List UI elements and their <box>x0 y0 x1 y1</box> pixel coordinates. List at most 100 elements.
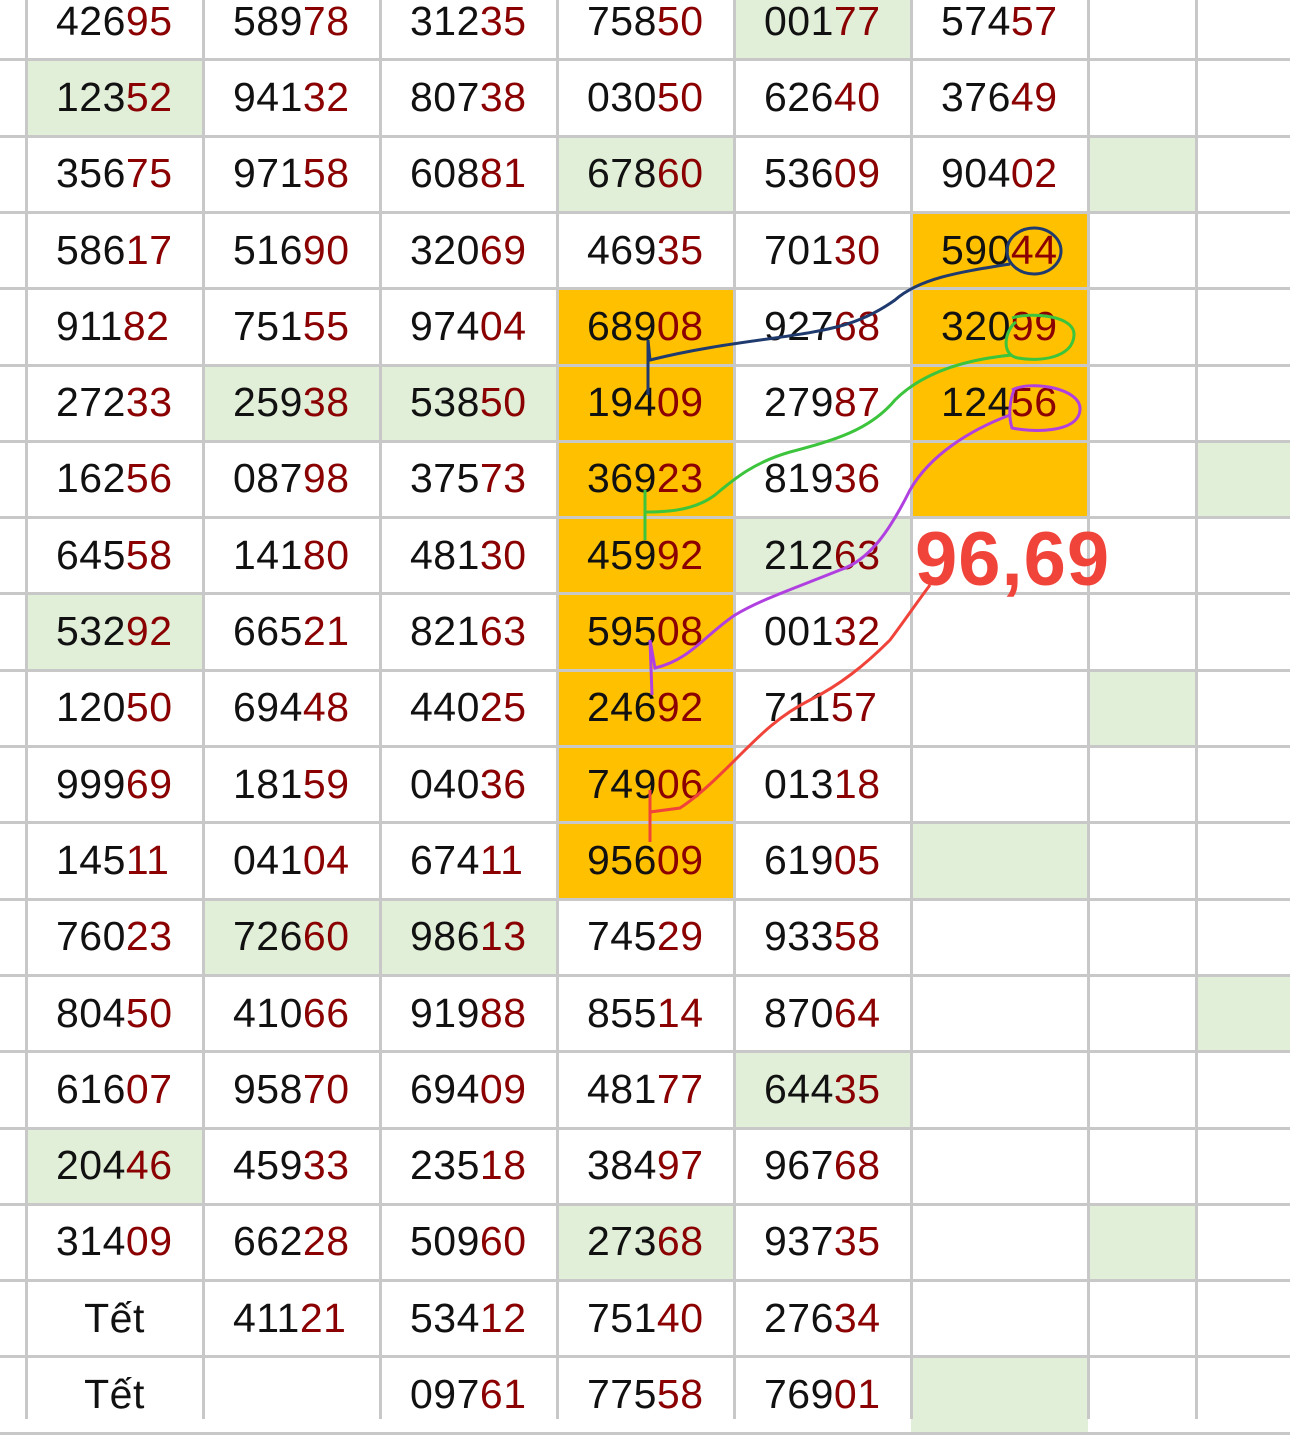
result-cell[interactable]: 855 14 <box>557 975 734 1051</box>
result-cell[interactable]: 933 58 <box>734 899 911 975</box>
empty-cell[interactable] <box>203 1356 380 1432</box>
empty-cell[interactable] <box>1088 365 1196 441</box>
result-cell[interactable]: 769 01 <box>734 1356 911 1432</box>
empty-cell[interactable] <box>911 975 1088 1051</box>
result-cell[interactable]: 574 57 <box>911 0 1088 59</box>
result-cell[interactable]: 971 58 <box>203 136 380 212</box>
result-cell[interactable]: 678 60 <box>557 135 734 212</box>
result-cell[interactable]: 030 50 <box>557 59 734 135</box>
result-cell[interactable]: 904 02 <box>911 136 1088 212</box>
result-cell[interactable]: 711 57 <box>734 670 911 746</box>
result-cell[interactable]: 911 82 <box>26 288 203 364</box>
empty-cell[interactable] <box>1088 1203 1196 1281</box>
result-cell[interactable]: 097 61 <box>380 1356 557 1432</box>
result-cell[interactable]: 536 09 <box>734 136 911 212</box>
result-cell[interactable]: 272 33 <box>26 365 203 441</box>
result-cell[interactable]: 645 58 <box>26 517 203 593</box>
empty-cell[interactable] <box>911 899 1088 975</box>
result-cell[interactable]: 694 09 <box>380 1051 557 1127</box>
result-cell[interactable]: 376 49 <box>911 59 1088 135</box>
result-cell[interactable]: 644 35 <box>734 1051 911 1128</box>
result-cell[interactable]: 516 90 <box>203 212 380 288</box>
result-cell[interactable]: 758 50 <box>557 0 734 59</box>
result-cell[interactable]: 967 68 <box>734 1128 911 1204</box>
result-cell[interactable]: 123 52 <box>26 59 203 136</box>
result-cell[interactable]: 320 99 <box>911 288 1088 365</box>
result-cell[interactable]: 726 60 <box>203 898 380 975</box>
result-cell[interactable]: 974 04 <box>380 288 557 364</box>
empty-cell[interactable] <box>1088 1356 1196 1432</box>
result-cell[interactable]: 662 28 <box>203 1204 380 1280</box>
result-cell[interactable]: 751 40 <box>557 1280 734 1356</box>
result-cell[interactable]: 870 64 <box>734 975 911 1051</box>
result-cell[interactable]: 538 50 <box>380 364 557 441</box>
result-cell[interactable]: 595 08 <box>557 593 734 670</box>
result-cell[interactable]: 626 40 <box>734 59 911 135</box>
result-cell[interactable]: 013 18 <box>734 746 911 822</box>
empty-cell[interactable] <box>1088 746 1196 822</box>
result-cell[interactable]: 927 68 <box>734 288 911 364</box>
result-cell[interactable]: 087 98 <box>203 441 380 517</box>
empty-cell[interactable] <box>911 822 1088 899</box>
result-cell[interactable]: 411 21 <box>203 1280 380 1356</box>
result-cell[interactable]: 821 63 <box>380 593 557 669</box>
empty-cell[interactable] <box>1088 899 1196 975</box>
empty-cell[interactable] <box>1088 593 1196 669</box>
result-cell[interactable]: 694 48 <box>203 670 380 746</box>
empty-cell[interactable] <box>1088 59 1196 135</box>
result-cell[interactable]: 369 23 <box>557 440 734 518</box>
empty-cell[interactable] <box>911 1204 1088 1280</box>
result-cell[interactable]: 804 50 <box>26 975 203 1051</box>
result-cell[interactable]: 469 35 <box>557 212 734 288</box>
result-cell[interactable]: 212 63 <box>734 517 911 594</box>
empty-cell[interactable] <box>1088 669 1196 746</box>
result-cell[interactable]: 937 35 <box>734 1204 911 1280</box>
empty-cell[interactable] <box>1196 974 1290 1052</box>
result-cell[interactable]: 312 35 <box>380 0 557 59</box>
result-cell[interactable]: 320 69 <box>380 212 557 288</box>
result-cell[interactable]: 124 56 <box>911 364 1088 441</box>
empty-cell[interactable] <box>1088 212 1196 288</box>
holiday-cell[interactable]: Tết <box>26 1356 203 1432</box>
result-cell[interactable]: 481 30 <box>380 517 557 593</box>
result-cell[interactable]: 440 25 <box>380 670 557 746</box>
result-cell[interactable]: 259 38 <box>203 364 380 441</box>
result-cell[interactable]: 375 73 <box>380 441 557 517</box>
result-cell[interactable]: 956 09 <box>557 822 734 899</box>
result-cell[interactable]: 701 30 <box>734 212 911 288</box>
result-cell[interactable]: 141 80 <box>203 517 380 593</box>
result-cell[interactable]: 041 04 <box>203 822 380 898</box>
result-cell[interactable]: 807 38 <box>380 59 557 135</box>
result-cell[interactable]: 749 06 <box>557 746 734 823</box>
result-cell[interactable]: 384 97 <box>557 1128 734 1204</box>
empty-cell[interactable] <box>1088 135 1196 212</box>
result-cell[interactable]: 509 60 <box>380 1204 557 1280</box>
result-cell[interactable]: 819 36 <box>734 441 911 517</box>
result-cell[interactable]: 589 78 <box>203 0 380 59</box>
empty-cell[interactable] <box>1088 1128 1196 1204</box>
result-cell[interactable]: 745 29 <box>557 899 734 975</box>
result-cell[interactable]: 001 32 <box>734 593 911 669</box>
result-cell[interactable]: 941 32 <box>203 59 380 135</box>
empty-cell[interactable] <box>1088 288 1196 364</box>
result-cell[interactable]: 120 50 <box>26 670 203 746</box>
result-cell[interactable]: 145 11 <box>26 822 203 898</box>
result-cell[interactable]: 040 36 <box>380 746 557 822</box>
result-cell[interactable]: 314 09 <box>26 1204 203 1280</box>
empty-cell[interactable] <box>1196 440 1290 518</box>
empty-cell[interactable] <box>1088 1280 1196 1356</box>
result-cell[interactable]: 246 92 <box>557 669 734 746</box>
empty-cell[interactable] <box>1088 975 1196 1051</box>
empty-cell[interactable] <box>911 1356 1088 1433</box>
empty-cell[interactable] <box>1088 441 1196 517</box>
result-cell[interactable]: 590 44 <box>911 211 1088 289</box>
result-cell[interactable]: 459 33 <box>203 1128 380 1204</box>
empty-cell[interactable] <box>911 593 1088 669</box>
result-cell[interactable]: 276 34 <box>734 1280 911 1356</box>
result-cell[interactable]: 919 88 <box>380 975 557 1051</box>
result-cell[interactable]: 586 17 <box>26 212 203 288</box>
result-cell[interactable]: 986 13 <box>380 898 557 975</box>
result-cell[interactable]: 616 07 <box>26 1051 203 1127</box>
result-cell[interactable]: 481 77 <box>557 1051 734 1127</box>
result-cell[interactable]: 619 05 <box>734 822 911 898</box>
